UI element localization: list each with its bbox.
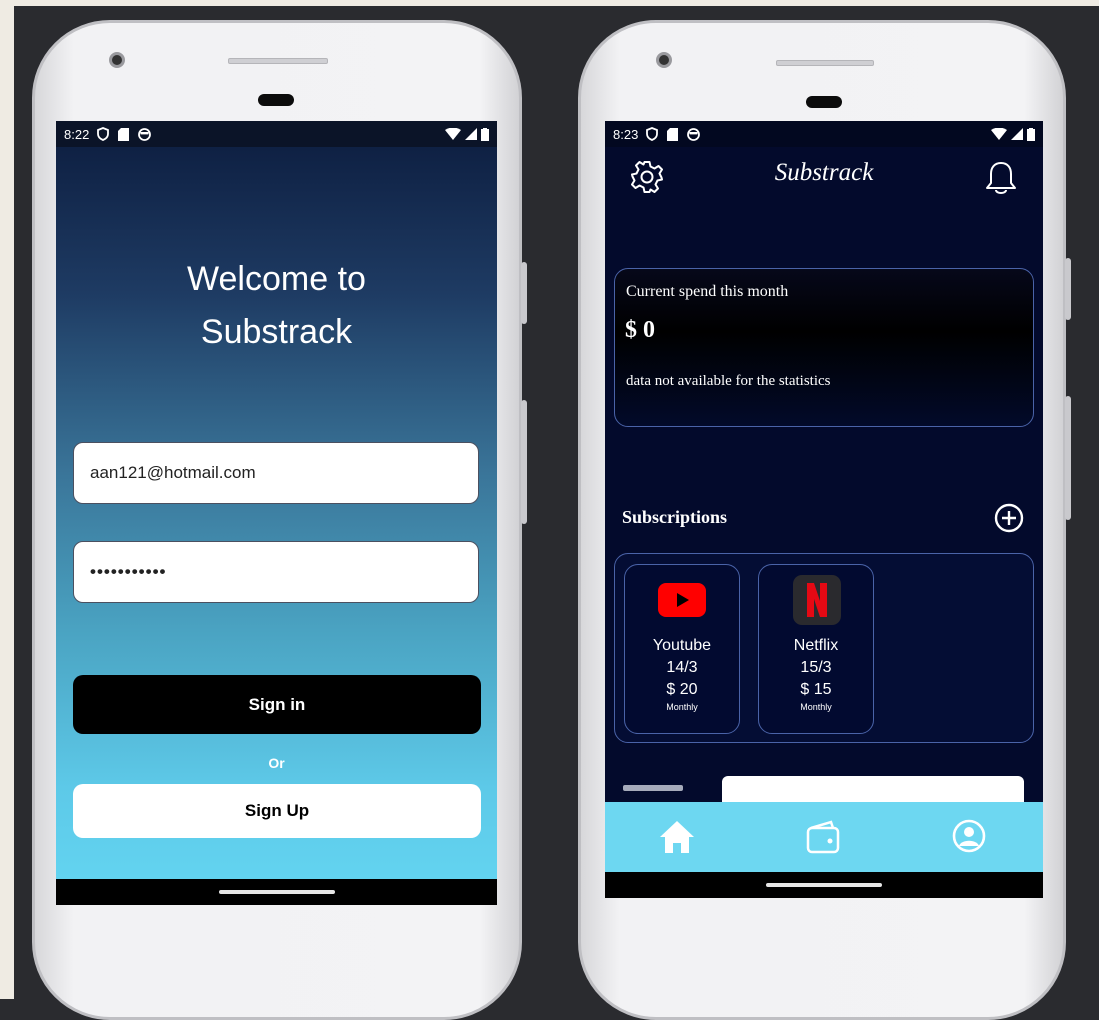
earpiece-speaker <box>776 60 874 66</box>
sensor-pill <box>258 94 294 106</box>
subscription-price: $ 15 <box>800 681 832 698</box>
background-top-strip <box>14 0 1099 6</box>
signin-screen: 8:22 Welcome to Substrack aan121@hotmail… <box>56 121 497 905</box>
sd-card-icon <box>118 127 130 141</box>
volume-button <box>521 262 527 324</box>
home-gesture-handle[interactable] <box>766 883 882 887</box>
wifi-icon <box>991 128 1007 140</box>
status-time: 8:22 <box>64 126 90 142</box>
power-button <box>1065 396 1071 520</box>
password-value: ••••••••••• <box>90 562 167 581</box>
sd-card-icon <box>667 127 679 141</box>
shield-icon <box>646 127 659 141</box>
earpiece-speaker <box>228 58 328 64</box>
sign-up-button[interactable]: Sign Up <box>73 784 481 838</box>
face-icon <box>687 127 701 141</box>
wallet-icon[interactable] <box>805 820 841 854</box>
password-field[interactable]: ••••••••••• <box>73 541 479 603</box>
system-nav-bar <box>56 879 497 905</box>
spend-title: Current spend this month <box>626 283 789 300</box>
battery-icon <box>1027 127 1035 141</box>
email-field[interactable]: aan121@hotmail.com <box>73 442 479 504</box>
background-left-strip <box>0 0 14 999</box>
status-time: 8:23 <box>613 126 639 142</box>
sign-in-button[interactable]: Sign in <box>73 675 481 734</box>
subscription-name: Youtube <box>652 637 712 654</box>
front-camera <box>656 52 672 68</box>
welcome-line-1: Welcome to <box>187 260 366 298</box>
shield-icon <box>97 127 110 141</box>
subscription-card-netflix[interactable]: Netflix 15/3 $ 15 Monthly <box>758 564 874 734</box>
spend-note: data not available for the statistics <box>626 373 831 389</box>
app-title: Substrack <box>774 159 874 186</box>
front-camera <box>109 52 125 68</box>
home-icon[interactable] <box>658 819 696 855</box>
bell-icon[interactable] <box>983 159 1019 197</box>
subscription-date: 14/3 <box>666 659 698 676</box>
youtube-icon <box>658 583 706 617</box>
wifi-icon <box>445 128 461 140</box>
battery-icon <box>481 127 489 141</box>
subscription-date: 15/3 <box>800 659 832 676</box>
subscription-name: Netflix <box>793 637 839 654</box>
power-button <box>521 400 527 524</box>
face-icon <box>138 127 152 141</box>
signal-icon <box>465 128 477 140</box>
system-nav-bar <box>605 872 1043 898</box>
home-screen: 8:23 Substrack Current spend this month … <box>605 121 1043 898</box>
subscriptions-list: Youtube 14/3 $ 20 Monthly Netflix 15/3 $… <box>614 553 1034 743</box>
netflix-icon <box>793 575 841 625</box>
status-bar: 8:23 <box>605 121 1043 147</box>
subscription-frequency: Monthly <box>800 702 832 712</box>
bottom-nav-bar <box>605 802 1043 873</box>
profile-icon[interactable] <box>951 818 987 854</box>
subscriptions-heading: Subscriptions <box>622 507 728 527</box>
volume-button <box>1065 258 1071 320</box>
welcome-heading: Welcome to Substrack <box>56 253 497 359</box>
current-spend-card: Current spend this month $ 0 data not av… <box>614 268 1034 427</box>
or-divider-text: Or <box>268 755 285 771</box>
welcome-line-2: Substrack <box>200 313 353 351</box>
subscription-price: $ 20 <box>666 681 698 698</box>
signal-icon <box>1011 128 1023 140</box>
sensor-pill <box>806 96 842 108</box>
add-subscription-icon[interactable] <box>993 502 1025 534</box>
search-input-clipped[interactable] <box>722 776 1024 802</box>
home-gesture-handle[interactable] <box>218 890 335 894</box>
email-value: aan121@hotmail.com <box>90 463 256 482</box>
spend-amount: $ 0 <box>625 317 655 343</box>
subscription-card-youtube[interactable]: Youtube 14/3 $ 20 Monthly <box>624 564 740 734</box>
partial-label-clipped <box>623 785 683 791</box>
status-bar: 8:22 <box>56 121 497 147</box>
subscription-frequency: Monthly <box>666 702 698 712</box>
